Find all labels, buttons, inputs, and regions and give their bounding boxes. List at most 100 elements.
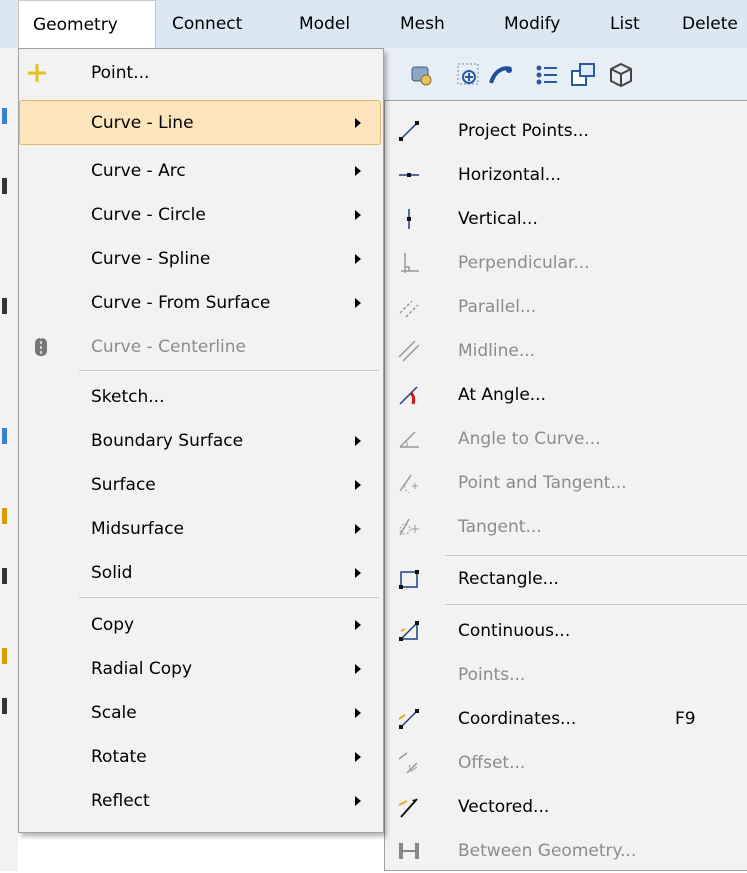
submenu-item-project-points[interactable]: Project Points... [385,109,747,153]
submenu-item-vertical[interactable]: Vertical... [385,197,747,241]
at-angle-icon [399,386,418,405]
submenu-item-at-angle[interactable]: At Angle... [385,373,747,417]
shortcut-label: F9 [675,709,696,729]
submenu-item-label: Project Points... [458,121,589,141]
submenu-item-angle-to-curve: Angle to Curve... [385,417,747,461]
menu-item-label: Curve - Arc [91,161,186,181]
submenu-arrow-icon [355,620,361,630]
menu-item-label: Reflect [91,791,150,811]
submenu-item-continuous[interactable]: Continuous... [385,609,747,653]
menu-modify[interactable]: Modify [504,0,560,48]
rectangle-icon [399,570,419,589]
menu-list[interactable]: List [610,0,640,48]
menu-item-curve-arc[interactable]: Curve - Arc [19,149,383,193]
menu-item-curve-spline[interactable]: Curve - Spline [19,237,383,281]
app-background-left [0,48,18,871]
menu-item-rotate[interactable]: Rotate [19,735,383,779]
menu-item-reflect[interactable]: Reflect [19,779,383,823]
submenu-arrow-icon [355,752,361,762]
submenu-arrow-icon [355,664,361,674]
coordinates-icon [398,709,419,729]
geometry-menu: Point... Curve - Line Curve - Arc Curve … [18,48,384,833]
submenu-item-parallel: Parallel... [385,285,747,329]
submenu-arrow-icon [355,254,361,264]
submenu-arrow-icon [355,524,361,534]
point-tangent-icon [399,474,418,494]
menu-item-point[interactable]: Point... [19,51,383,95]
menu-item-curve-from-surface[interactable]: Curve - From Surface [19,281,383,325]
submenu-item-label: Point and Tangent... [458,473,627,493]
menu-model[interactable]: Model [299,0,350,48]
submenu-item-vectored[interactable]: Vectored... [385,785,747,829]
project-points-icon [399,121,419,141]
submenu-arrow-icon [355,210,361,220]
toolbar [383,48,747,102]
submenu-arrow-icon [355,166,361,176]
vertical-line-icon [407,209,411,229]
submenu-item-rectangle[interactable]: Rectangle... [385,557,747,601]
menu-item-label: Point... [91,63,150,83]
continuous-icon [399,621,419,641]
submenu-item-offset: Offset... [385,741,747,785]
submenu-item-label: Perpendicular... [458,253,590,273]
list-icon[interactable] [533,61,561,89]
menu-item-label: Curve - Line [91,113,194,133]
curve-line-submenu: Project Points... Horizontal... Vertical… [384,100,747,871]
submenu-item-label: Vectored... [458,797,550,817]
menu-item-label: Boundary Surface [91,431,244,451]
submenu-item-label: Rectangle... [458,569,559,589]
submenu-item-coordinates[interactable]: Coordinates... F9 [385,697,747,741]
menu-item-label: Curve - Circle [91,205,206,225]
menu-item-label: Radial Copy [91,659,193,679]
window-icon[interactable] [569,61,597,89]
menu-item-label: Solid [91,563,133,583]
submenu-item-label: At Angle... [458,385,546,405]
menu-item-curve-circle[interactable]: Curve - Circle [19,193,383,237]
submenu-item-points: Points... [385,653,747,697]
submenu-item-label: Angle to Curve... [458,429,601,449]
submenu-item-midline: Midline... [385,329,747,373]
submenu-item-label: Points... [458,665,526,685]
menu-mesh[interactable]: Mesh [400,0,445,48]
curve-tool-icon[interactable] [487,61,515,89]
add-point-icon[interactable] [455,61,483,89]
menu-item-copy[interactable]: Copy [19,603,383,647]
submenu-item-label: Parallel... [458,297,537,317]
menu-item-curve-line[interactable]: Curve - Line [19,101,383,145]
centerline-icon [35,336,47,358]
tangent-icon [399,518,419,536]
solid-view-icon[interactable] [607,61,635,89]
menu-connect[interactable]: Connect [172,0,242,48]
submenu-item-tangent: Tangent... [385,505,747,549]
perpendicular-icon [401,253,419,273]
point-icon [28,64,46,82]
menu-item-label: Curve - Spline [91,249,211,269]
submenu-item-label: Midline... [458,341,536,361]
submenu-arrow-icon [355,568,361,578]
menu-item-surface[interactable]: Surface [19,463,383,507]
submenu-item-label: Vertical... [458,209,538,229]
vectored-icon [398,798,418,818]
menu-delete[interactable]: Delete [682,0,738,48]
menu-item-scale[interactable]: Scale [19,691,383,735]
menu-geometry[interactable]: Geometry [18,0,156,49]
midline-icon [398,340,420,362]
menu-item-label: Curve - Centerline [91,337,246,357]
submenu-item-point-and-tangent: Point and Tangent... [385,461,747,505]
submenu-item-label: Coordinates... [458,709,577,729]
submenu-item-label: Between Geometry... [458,841,637,861]
menu-item-label: Rotate [91,747,147,767]
submenu-item-horizontal[interactable]: Horizontal... [385,153,747,197]
menu-item-solid[interactable]: Solid [19,551,383,595]
submenu-item-label: Offset... [458,753,526,773]
submenu-item-label: Continuous... [458,621,571,641]
menu-item-label: Copy [91,615,135,635]
menu-item-sketch[interactable]: Sketch... [19,375,383,419]
menu-item-label: Midsurface [91,519,185,539]
menu-item-radial-copy[interactable]: Radial Copy [19,647,383,691]
submenu-arrow-icon [355,118,361,128]
submenu-arrow-icon [355,480,361,490]
part-icon[interactable] [407,61,435,89]
menu-item-midsurface[interactable]: Midsurface [19,507,383,551]
menu-item-boundary-surface[interactable]: Boundary Surface [19,419,383,463]
